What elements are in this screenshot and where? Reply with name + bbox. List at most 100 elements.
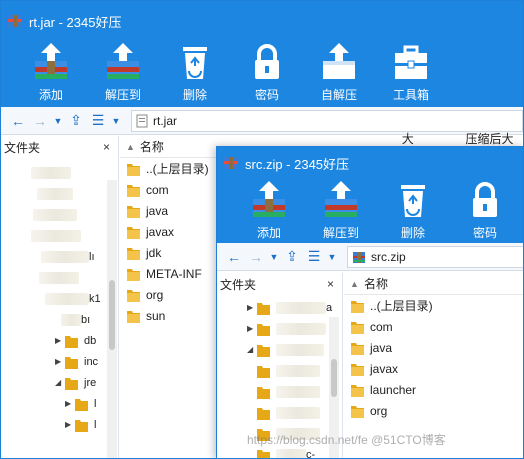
tree-label: bı <box>81 313 91 326</box>
tree-node[interactable] <box>31 162 118 183</box>
list-item[interactable]: org <box>344 400 523 421</box>
collapse-arrow-icon[interactable]: ◢ <box>55 378 65 387</box>
tree-node[interactable]: k1 <box>31 288 118 309</box>
tree-node[interactable] <box>31 225 118 246</box>
history-dropdown-icon[interactable]: ▼ <box>51 110 65 132</box>
expand-arrow-icon[interactable]: ▶ <box>247 303 257 312</box>
folder-icon <box>127 268 140 281</box>
tree-node[interactable]: bı <box>31 309 118 330</box>
archive-app-icon <box>8 15 22 27</box>
expand-arrow-icon[interactable]: ▶ <box>55 357 65 366</box>
expand-arrow-icon[interactable]: ▶ <box>247 324 257 333</box>
tree-label: l <box>94 418 97 431</box>
delete-button[interactable]: 删除 <box>159 41 231 103</box>
zip-file-icon <box>353 251 365 263</box>
blurred-tree-label <box>31 229 81 242</box>
folder-icon <box>351 363 364 376</box>
expand-arrow-icon[interactable]: ▶ <box>65 420 75 429</box>
address-bar[interactable]: rt.jar <box>131 109 523 132</box>
tree-node[interactable] <box>31 204 118 225</box>
navigation-bar: ← → ▼ ⇪ ☰ ▼ rt.jar <box>1 107 523 135</box>
folder-icon <box>75 419 88 432</box>
scroll-thumb[interactable] <box>109 280 115 350</box>
list-item[interactable]: ..(上层目录) <box>344 295 523 316</box>
back-arrow-icon[interactable]: ← <box>7 110 29 132</box>
list-item[interactable]: java <box>344 337 523 358</box>
view-list-icon[interactable]: ☰ <box>303 246 325 268</box>
back-arrow-icon[interactable]: ← <box>223 246 245 268</box>
blurred-tree-label <box>276 322 326 335</box>
blurred-tree-label <box>41 250 89 263</box>
tree-node[interactable] <box>31 183 118 204</box>
blurred-tree-label <box>276 406 320 419</box>
add-button[interactable]: 添加 <box>233 179 305 241</box>
title-bar[interactable]: rt.jar - 2345好压 <box>1 1 523 41</box>
folder-icon <box>351 300 364 313</box>
sidebar-close-icon[interactable]: × <box>327 277 334 291</box>
sidebar-header: 文件夹 × <box>1 136 118 158</box>
folder-icon <box>257 323 270 336</box>
extract-to-button[interactable]: 解压到 <box>305 179 377 241</box>
password-button[interactable]: 密码 <box>449 179 521 241</box>
folder-icon <box>65 335 78 348</box>
tree-node[interactable] <box>31 267 118 288</box>
tree-node[interactable]: lı <box>31 246 118 267</box>
tree-label: c- <box>306 448 316 459</box>
title-bar[interactable]: src.zip - 2345好压 <box>217 147 523 179</box>
folder-icon <box>257 386 270 399</box>
tree-node[interactable]: ▶ a <box>247 297 342 318</box>
view-dropdown-icon[interactable]: ▼ <box>109 110 123 132</box>
item-name: META-INF <box>146 266 202 281</box>
recycle-bin-icon <box>175 41 215 81</box>
blurred-tree-label <box>61 313 81 326</box>
list-item[interactable]: javax <box>344 358 523 379</box>
tree-label: inc <box>84 355 99 368</box>
blurred-tree-label <box>31 166 71 179</box>
blurred-tree-label <box>276 448 306 458</box>
item-name: org <box>146 287 164 302</box>
password-button[interactable]: 密码 <box>231 41 303 103</box>
up-folder-icon[interactable]: ⇪ <box>281 246 303 268</box>
extract-to-button[interactable]: 解压到 <box>87 41 159 103</box>
delete-button[interactable]: 删除 <box>377 179 449 241</box>
sidebar-scrollbar[interactable] <box>107 180 117 458</box>
folder-icon <box>127 205 140 218</box>
folder-icon <box>257 365 270 378</box>
folder-icon <box>127 310 140 323</box>
add-button[interactable]: 添加 <box>15 41 87 103</box>
folder-icon <box>351 342 364 355</box>
up-folder-icon[interactable]: ⇪ <box>65 110 87 132</box>
item-name: com <box>146 182 169 197</box>
forward-arrow-icon[interactable]: → <box>29 110 51 132</box>
window-title: src.zip - 2345好压 <box>245 156 350 172</box>
address-bar[interactable]: src.zip <box>347 245 523 268</box>
sidebar-header: 文件夹 × <box>217 273 342 295</box>
src-zip-window: src.zip - 2345好压 添加 解压到 删除 密码 ← → ▼ ⇪ ☰ … <box>216 146 524 459</box>
expand-arrow-icon[interactable]: ▶ <box>65 399 75 408</box>
history-dropdown-icon[interactable]: ▼ <box>267 246 281 268</box>
collapse-arrow-icon[interactable]: ◢ <box>247 345 257 354</box>
sidebar-close-icon[interactable]: × <box>103 140 110 154</box>
view-dropdown-icon[interactable]: ▼ <box>325 246 339 268</box>
sidebar-title: 文件夹 <box>220 277 257 292</box>
main-toolbar: 添加 解压到 删除 密码 自解压 工具箱 <box>1 41 523 107</box>
self-extract-button[interactable]: 自解压 <box>303 41 375 103</box>
tree-node[interactable]: ◢ <box>247 339 342 360</box>
toolbox-icon <box>391 41 431 81</box>
toolbox-button[interactable]: 工具箱 <box>375 41 447 103</box>
scroll-thumb[interactable] <box>331 359 337 397</box>
name-column-header[interactable]: 名称 <box>364 275 388 292</box>
folder-icon <box>127 163 140 176</box>
self-extract-icon <box>319 41 359 81</box>
address-text: rt.jar <box>153 113 177 128</box>
folder-sidebar: 文件夹 × lı k1 bı ▶ db ▶ inc ◢ jre ▶ l ▶ l <box>1 136 119 458</box>
view-list-icon[interactable]: ☰ <box>87 110 109 132</box>
tree-node[interactable]: ▶ <box>247 318 342 339</box>
forward-arrow-icon[interactable]: → <box>245 246 267 268</box>
item-name: javax <box>370 361 399 376</box>
expand-arrow-icon[interactable]: ▶ <box>55 336 65 345</box>
folder-icon <box>65 356 78 369</box>
sort-arrow-icon: ▲ <box>350 278 359 289</box>
list-item[interactable]: launcher <box>344 379 523 400</box>
list-item[interactable]: com <box>344 316 523 337</box>
